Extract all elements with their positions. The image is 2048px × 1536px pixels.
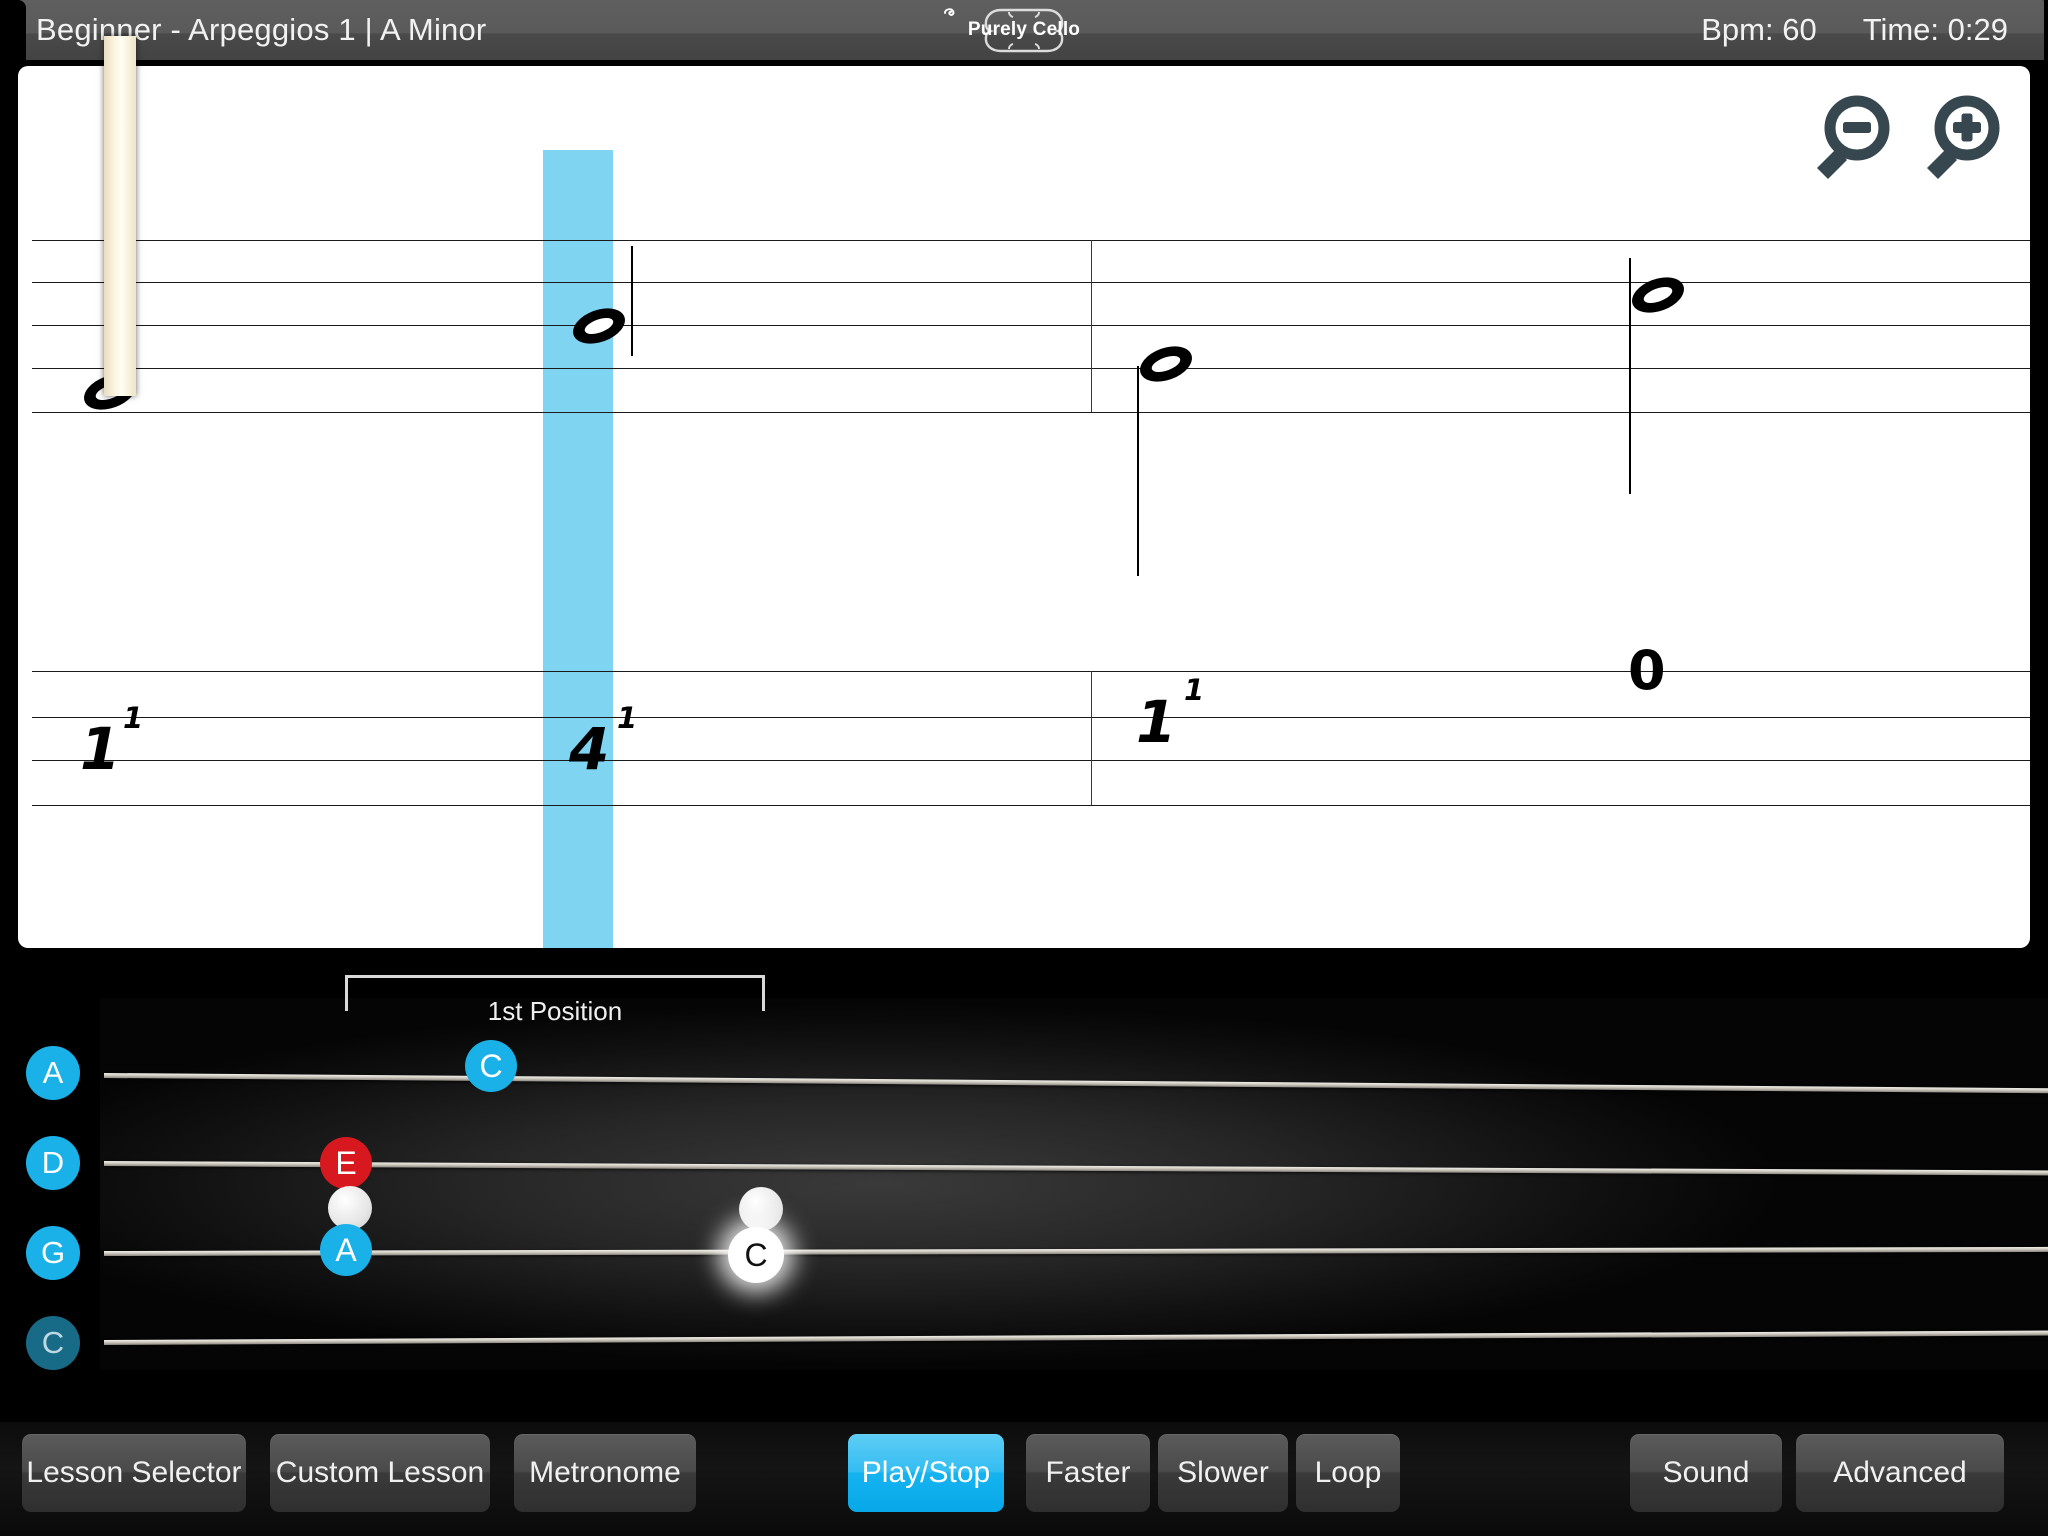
fingerboard-surface xyxy=(100,998,2048,1370)
marker-label: C xyxy=(744,1236,768,1273)
bpm-readout: Bpm: 60 xyxy=(1701,12,1817,47)
fingerboard-nut xyxy=(104,36,136,396)
staff-line xyxy=(32,240,2030,241)
staff-line xyxy=(32,325,2030,326)
string-label-a[interactable]: A xyxy=(26,1046,80,1100)
tab-line xyxy=(32,760,2030,761)
fingering-string-superscript: 1 xyxy=(617,701,638,735)
custom-lesson-button[interactable]: Custom Lesson xyxy=(270,1434,490,1512)
fingering-number: 1 xyxy=(80,715,121,783)
prev-measure-arrow[interactable]: ❮ xyxy=(42,946,89,949)
string-label-text: A xyxy=(42,1055,64,1090)
zoom-out-magnifier-icon[interactable] xyxy=(1800,92,1896,188)
fingering-number: 4 xyxy=(569,715,610,783)
staff-line xyxy=(32,282,2030,283)
staff-line xyxy=(32,412,2030,413)
advanced-button[interactable]: Advanced xyxy=(1796,1434,2004,1512)
barline xyxy=(1091,671,1092,805)
note-stem xyxy=(631,246,633,356)
fingerboard-marker-dot-mid[interactable] xyxy=(739,1187,783,1231)
logo-text: Purely Cello xyxy=(939,4,1109,56)
status-readouts: Bpm: 60 Time: 0:29 xyxy=(1701,0,2008,60)
string-label-text: G xyxy=(40,1235,66,1270)
fingerboard-marker-e-d-string[interactable]: E xyxy=(320,1137,372,1189)
zoom-in-magnifier-icon[interactable] xyxy=(1910,92,2006,188)
sound-button[interactable]: Sound xyxy=(1630,1434,1782,1512)
bottom-toolbar: Lesson Selector Custom Lesson Metronome … xyxy=(0,1422,2048,1536)
app-logo: Purely Cello xyxy=(939,4,1109,56)
barline xyxy=(1091,240,1092,412)
string-label-c[interactable]: C xyxy=(26,1316,80,1370)
tab-line xyxy=(32,671,2030,672)
play-stop-button[interactable]: Play/Stop xyxy=(848,1434,1004,1512)
time-readout: Time: 0:29 xyxy=(1862,12,2008,47)
logo-label: Purely Cello xyxy=(967,19,1081,40)
faster-button[interactable]: Faster xyxy=(1026,1434,1150,1512)
notehead xyxy=(567,300,631,352)
fingering-number: 1 xyxy=(1136,688,1177,756)
current-note-highlight xyxy=(543,150,613,948)
string-label-d[interactable]: D xyxy=(26,1136,80,1190)
loop-button[interactable]: Loop xyxy=(1296,1434,1400,1512)
tab-line xyxy=(32,805,2030,806)
top-status-bar: Beginner - Arpeggios 1 | A Minor Purely … xyxy=(0,0,2048,60)
scroll-swirl-icon xyxy=(944,8,955,16)
notehead xyxy=(1134,338,1198,390)
notation-panel[interactable]: 1 1 4 1 1 1 0 ❮ ❯ xyxy=(18,66,2030,948)
fingering-string-superscript: 1 xyxy=(123,701,144,735)
position-label: 1st Position xyxy=(487,996,623,1026)
zoom-controls xyxy=(1800,92,2006,188)
string-label-g[interactable]: G xyxy=(26,1226,80,1280)
metronome-button[interactable]: Metronome xyxy=(514,1434,696,1512)
string-label-text: C xyxy=(41,1325,65,1360)
app-root: Beginner - Arpeggios 1 | A Minor Purely … xyxy=(0,0,2048,1536)
marker-label: A xyxy=(335,1231,357,1268)
fingerboard-marker-c-a-string[interactable]: C xyxy=(465,1040,517,1092)
fingerboard-marker-a-g-string[interactable]: A xyxy=(320,1224,372,1276)
marker-label: E xyxy=(335,1144,357,1181)
next-measure-arrow[interactable]: ❯ xyxy=(1959,946,2006,949)
lesson-selector-button[interactable]: Lesson Selector xyxy=(22,1434,246,1512)
staff-line xyxy=(32,368,2030,369)
note-stem xyxy=(1137,366,1139,576)
marker-label: C xyxy=(479,1047,503,1084)
tab-line xyxy=(32,717,2030,718)
string-label-text: D xyxy=(41,1145,65,1180)
fingerboard-marker-c-active[interactable]: C xyxy=(728,1227,784,1283)
fingering-number: 0 xyxy=(1628,639,1666,702)
notehead xyxy=(1626,269,1690,321)
slower-button[interactable]: Slower xyxy=(1158,1434,1288,1512)
fingering-string-superscript: 1 xyxy=(1184,673,1205,707)
